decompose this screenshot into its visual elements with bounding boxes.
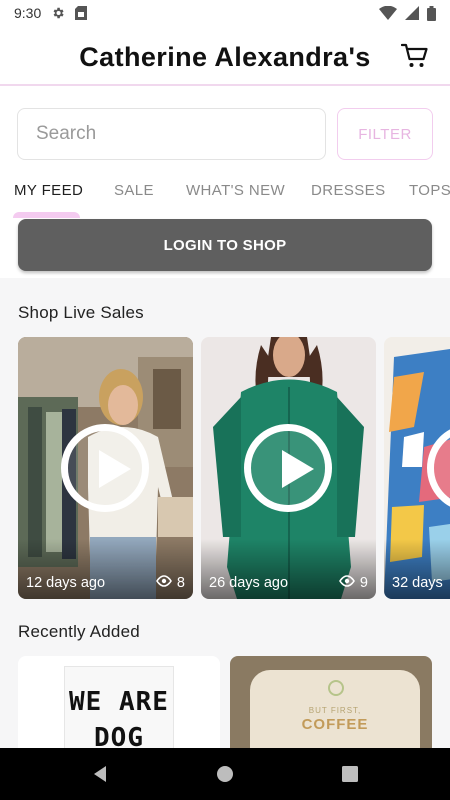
video-age: 26 days ago [209, 575, 289, 591]
live-video-card[interactable]: 12 days ago 8 [18, 337, 193, 599]
video-meta: 32 days [392, 575, 450, 591]
login-section: LOGIN TO SHOP [0, 218, 450, 278]
search-input[interactable] [17, 108, 326, 160]
video-meta: 12 days ago 8 [26, 575, 185, 591]
recently-added-heading: Recently Added [18, 622, 140, 641]
cart-button[interactable] [400, 43, 430, 73]
video-views: 8 [155, 575, 185, 591]
live-sales-carousel[interactable]: 12 days ago 8 26 days ago 9 32 days [18, 337, 450, 599]
recently-added-list[interactable]: WE ARE DOG BUT FIRST, COFFEE [18, 656, 450, 748]
tab-sale[interactable]: SALE [114, 182, 154, 199]
print-text: COFFEE [301, 716, 369, 733]
view-count: 9 [359, 575, 368, 591]
wifi-icon [379, 6, 397, 20]
video-views: 9 [338, 575, 368, 591]
home-icon[interactable] [213, 762, 237, 786]
product-card[interactable]: WE ARE DOG [18, 656, 220, 748]
play-icon[interactable] [244, 424, 332, 512]
video-meta: 26 days ago 9 [209, 575, 368, 591]
filter-button[interactable]: FILTER [337, 108, 433, 160]
tab-whats-new[interactable]: WHAT'S NEW [186, 182, 285, 199]
recents-icon[interactable] [338, 762, 362, 786]
shopping-cart-icon [400, 43, 429, 74]
product-thumbnail: WE ARE DOG [64, 666, 174, 748]
video-age: 32 days [392, 575, 443, 591]
eye-icon [155, 575, 172, 591]
video-age: 12 days ago [26, 575, 106, 591]
live-sales-heading: Shop Live Sales [18, 303, 144, 322]
system-nav-bar [0, 748, 450, 800]
status-time: 9:30 [14, 5, 42, 21]
feed-content: Shop Live Sales 12 days ago 8 26 days ag… [0, 278, 450, 748]
print-text: WE ARE [69, 687, 169, 717]
signal-icon [405, 6, 419, 20]
product-card[interactable]: BUT FIRST, COFFEE [230, 656, 432, 748]
product-thumbnail: BUT FIRST, COFFEE [250, 670, 420, 748]
play-icon[interactable] [61, 424, 149, 512]
logo-circle [328, 680, 344, 696]
print-text: BUT FIRST, [308, 706, 362, 715]
search-row: FILTER [17, 108, 433, 160]
tab-dresses[interactable]: DRESSES [311, 182, 386, 199]
tab-my-feed[interactable]: MY FEED [14, 182, 83, 199]
live-video-card[interactable]: 32 days [384, 337, 450, 599]
battery-icon [427, 5, 436, 21]
back-icon[interactable] [88, 762, 112, 786]
app-header: Catherine Alexandra's [0, 30, 450, 86]
view-count: 8 [176, 575, 185, 591]
brand-title: Catherine Alexandra's [79, 41, 371, 72]
tab-tops[interactable]: TOPS [409, 182, 450, 199]
status-bar: 9:30 [0, 0, 450, 26]
gear-icon [51, 6, 65, 20]
sim-card-icon [75, 6, 88, 20]
live-video-card[interactable]: 26 days ago 9 [201, 337, 376, 599]
print-text: DOG [94, 723, 144, 748]
login-to-shop-button[interactable]: LOGIN TO SHOP [18, 219, 432, 271]
eye-icon [338, 575, 355, 591]
category-tabs: MY FEED SALE WHAT'S NEW DRESSES TOPS [0, 172, 450, 218]
